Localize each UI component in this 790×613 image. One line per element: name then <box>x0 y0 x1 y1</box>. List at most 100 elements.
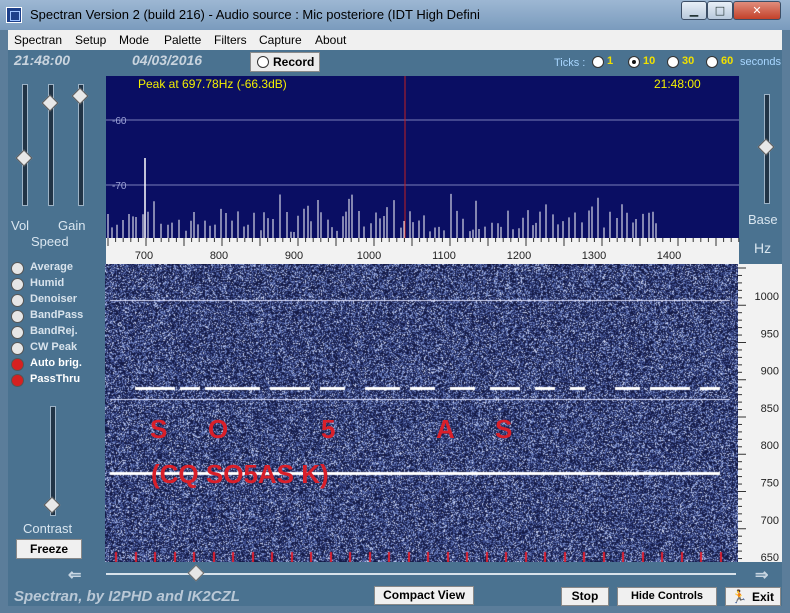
freq-axis-label: 650 <box>761 552 779 562</box>
menu-setup[interactable]: Setup <box>75 33 106 47</box>
decoded-text: (CQ SO5AS K) <box>151 459 329 489</box>
clock-date: 04/03/2016 <box>132 52 203 68</box>
record-radio-icon <box>257 56 269 68</box>
exit-button[interactable]: 🏃 Exit <box>725 587 781 606</box>
spectrum-axis-bg <box>106 238 739 264</box>
menu-capture[interactable]: Capture <box>259 33 302 47</box>
record-label: Record <box>273 55 315 69</box>
freq-tick-label: 900 <box>285 250 303 262</box>
freeze-button[interactable]: Freeze <box>16 539 82 559</box>
option-toggle-icon[interactable] <box>11 374 24 387</box>
stop-button[interactable]: Stop <box>561 587 609 606</box>
hide-controls-button[interactable]: Hide Controls <box>617 587 717 606</box>
db-tick-label: -70 <box>112 181 127 192</box>
menu-spectran[interactable]: Spectran <box>14 33 62 47</box>
freq-axis-label: 950 <box>761 328 779 340</box>
app-icon[interactable] <box>6 7 22 23</box>
decoded-letter: 5 <box>321 414 336 444</box>
option-label[interactable]: BandPass <box>30 309 83 321</box>
option-toggle-icon[interactable] <box>11 342 24 355</box>
hz-label: Hz <box>754 240 772 256</box>
freq-tick-label: 800 <box>210 250 228 262</box>
option-toggle-icon[interactable] <box>11 294 24 307</box>
tick-radio-10[interactable] <box>628 56 640 68</box>
compact-view-button[interactable]: Compact View <box>374 586 474 605</box>
window-title: Spectran Version 2 (build 216) - Audio s… <box>30 7 480 22</box>
tick-option-label: 10 <box>643 55 656 67</box>
menu-about[interactable]: About <box>315 33 346 47</box>
freq-axis-label: 750 <box>761 478 779 490</box>
freq-tick-label: 1000 <box>357 250 381 262</box>
base-thumb[interactable] <box>757 138 775 156</box>
clock-time: 21:48:00 <box>14 52 71 68</box>
peak-readout: Peak at 697.78Hz (-66.3dB) <box>138 77 287 91</box>
menu-palette[interactable]: Palette <box>164 33 201 47</box>
vol-slider-thumb[interactable] <box>15 149 33 167</box>
menu-mode[interactable]: Mode <box>119 33 149 47</box>
option-toggle-icon[interactable] <box>11 326 24 339</box>
record-button[interactable]: Record <box>250 52 320 72</box>
left-arrow-icon[interactable]: ⇐ <box>68 565 81 585</box>
option-label[interactable]: Humid <box>30 277 64 289</box>
frequency-axis: 1000 950 900 850 800 750 700 650 <box>738 264 782 562</box>
gain-slider-thumb[interactable] <box>71 87 89 104</box>
freq-axis-label: 700 <box>761 515 779 527</box>
freq-tick-label: 1400 <box>657 250 681 262</box>
decoded-letter: S <box>495 414 513 444</box>
option-toggle-icon[interactable] <box>11 358 24 371</box>
waterfall-display[interactable] <box>105 264 738 562</box>
vol-slider-track[interactable] <box>22 84 28 206</box>
speed-slider-thumb[interactable] <box>41 94 59 112</box>
freq-axis-label: 1000 <box>755 291 779 303</box>
option-label[interactable]: BandRej. <box>30 325 78 337</box>
exit-icon: 🏃 <box>731 589 748 604</box>
maximize-button[interactable]: □ <box>707 1 733 20</box>
tick-option-label: 1 <box>607 55 614 67</box>
option-label[interactable]: PassThru <box>30 373 80 385</box>
client-area: 21:48:00 04/03/2016 Record Ticks : 1 10 30… <box>8 50 782 606</box>
tick-radio-1[interactable] <box>592 56 604 68</box>
right-arrow-icon[interactable]: ⇒ <box>755 565 768 585</box>
exit-label: Exit <box>752 590 775 604</box>
tick-option-label: 60 <box>721 55 734 67</box>
contrast-slider-thumb[interactable] <box>43 496 61 514</box>
freq-axis-label: 900 <box>761 366 779 378</box>
spectrum-panel: -60 -70 700 800 900 1000 1100 1200 1300 1400 <box>98 72 751 264</box>
speed-label: Speed <box>31 234 69 249</box>
decoded-letter: S <box>150 414 168 444</box>
option-label[interactable]: Denoiser <box>30 293 77 305</box>
credit-text: Spectran, by I2PHD and IK2CZL <box>14 588 240 605</box>
option-toggle-icon[interactable] <box>11 262 24 275</box>
scroll-thumb[interactable] <box>187 564 205 582</box>
minimize-button[interactable]: ▁ <box>681 1 707 20</box>
option-label[interactable]: Auto brig. <box>30 357 82 369</box>
option-toggle-icon[interactable] <box>11 310 24 323</box>
title-bar: Spectran Version 2 (build 216) - Audio s… <box>0 0 790 30</box>
spectrum-plot-bg <box>106 76 739 238</box>
freq-axis-label: 800 <box>761 440 779 452</box>
freq-axis-label: 850 <box>761 403 779 415</box>
freq-tick-label: 700 <box>135 250 153 262</box>
tick-radio-30[interactable] <box>667 56 679 68</box>
freq-tick-label: 1300 <box>582 250 606 262</box>
option-toggle-icon[interactable] <box>11 278 24 291</box>
gain-label: Gain <box>58 218 86 233</box>
menu-bar: Spectran Setup Mode Palette Filters Capt… <box>8 30 782 51</box>
spectrum-time: 21:48:00 <box>654 77 701 91</box>
decoded-letter: A <box>436 414 455 444</box>
vol-label: Vol <box>11 218 30 233</box>
close-button[interactable]: ✕ <box>733 1 781 20</box>
decoded-letter: O <box>208 414 229 444</box>
menu-filters[interactable]: Filters <box>214 33 247 47</box>
ticks-unit: seconds <box>740 56 781 68</box>
db-tick-label: -60 <box>112 116 127 127</box>
tick-option-label: 30 <box>682 55 695 67</box>
freq-tick-label: 1200 <box>507 250 531 262</box>
freq-tick-label: 1100 <box>432 250 456 262</box>
ticks-label: Ticks : <box>554 57 586 69</box>
tick-radio-60[interactable] <box>706 56 718 68</box>
contrast-label: Contrast <box>23 521 73 536</box>
option-label[interactable]: Average <box>30 261 73 273</box>
base-label: Base <box>748 212 778 227</box>
option-label[interactable]: CW Peak <box>30 341 77 353</box>
